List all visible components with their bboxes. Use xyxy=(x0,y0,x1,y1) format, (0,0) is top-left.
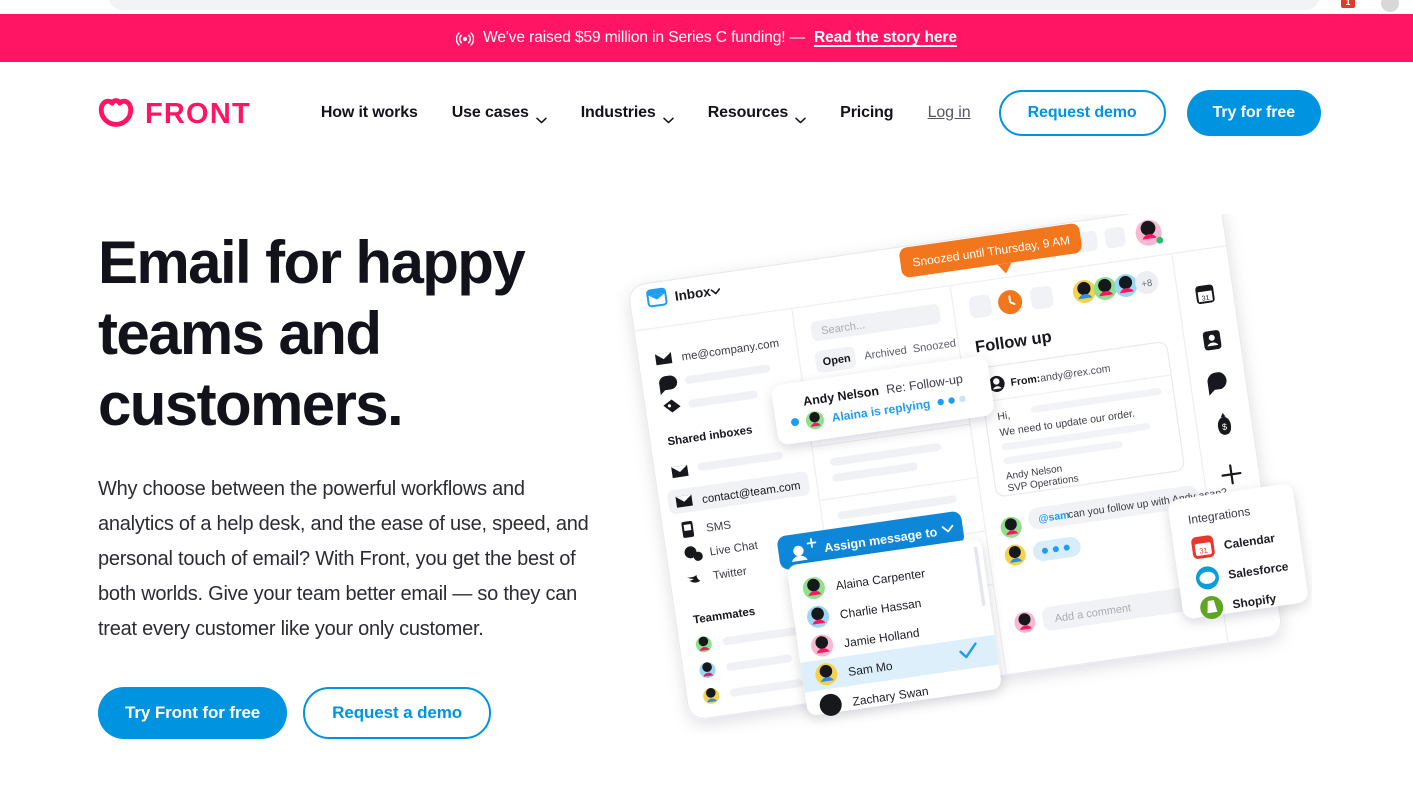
nav-item-label: Pricing xyxy=(840,104,894,121)
front-logo[interactable]: FRONT xyxy=(98,95,251,131)
svg-text:+8: +8 xyxy=(1141,278,1153,290)
svg-text:31: 31 xyxy=(1199,546,1209,556)
main-navigation: FRONT How it works Use cases Industries … xyxy=(0,62,1413,164)
product-illustration: Inbox me@company.com Shared inboxes cont… xyxy=(612,214,1312,734)
nav-links: How it works Use cases Industries Resour… xyxy=(304,104,910,123)
nav-item-pricing[interactable]: Pricing xyxy=(823,104,910,122)
nav-item-label: Industries xyxy=(580,104,656,121)
request-demo-button[interactable]: Request demo xyxy=(998,90,1166,136)
nav-item-label: How it works xyxy=(320,104,418,121)
announcement-bar: We've raised $59 million in Series C fun… xyxy=(0,14,1413,62)
front-heart-logo-icon xyxy=(98,95,134,131)
page-title: Email for happy teams and customers. xyxy=(98,229,526,438)
nav-item-label: Resources xyxy=(707,104,789,121)
announcement-link[interactable]: Read the story here xyxy=(814,29,957,47)
browser-address-bar[interactable] xyxy=(108,0,1320,10)
nav-item-resources[interactable]: Resources xyxy=(691,104,823,123)
chevron-down-icon xyxy=(662,111,674,123)
assign-message-dropdown: Assign message to Alaina Carpenter Charl… xyxy=(777,511,1001,716)
broadcast-icon xyxy=(456,30,475,48)
integrations-panel: Integrations 31 Calendar Salesforce Shop… xyxy=(1168,484,1308,620)
login-link[interactable]: Log in xyxy=(928,104,971,122)
front-wordmark: FRONT xyxy=(145,97,251,130)
browser-profile-avatar[interactable] xyxy=(1381,0,1399,12)
hero-cta-group: Try Front for free Request a demo xyxy=(98,687,618,740)
request-a-demo-button[interactable]: Request a demo xyxy=(303,687,492,740)
svg-text:Hi,: Hi, xyxy=(997,409,1011,423)
nav-item-label: Use cases xyxy=(451,104,529,121)
announcement-text: We've raised $59 million in Series C fun… xyxy=(483,29,806,46)
extension-badge[interactable]: 1 xyxy=(1341,0,1355,8)
svg-text:31: 31 xyxy=(1201,295,1210,303)
browser-chrome-sliver: 1 xyxy=(0,0,1413,14)
hero-subtitle: Why choose between the powerful workflow… xyxy=(98,478,589,641)
nav-item-how-it-works[interactable]: How it works xyxy=(304,104,435,122)
try-for-free-button[interactable]: Try for free xyxy=(1186,90,1321,136)
chevron-down-icon xyxy=(795,111,806,123)
nav-actions: Log in Request demo Try for free xyxy=(928,90,1321,136)
hero-section: Email for happy teams and customers. Why… xyxy=(0,164,1413,794)
hero-copy: Email for happy teams and customers. Why… xyxy=(98,228,618,740)
nav-item-industries[interactable]: Industries xyxy=(564,104,691,123)
try-front-for-free-button[interactable]: Try Front for free xyxy=(98,687,288,740)
nav-item-use-cases[interactable]: Use cases xyxy=(435,104,564,123)
chevron-down-icon xyxy=(535,111,547,123)
